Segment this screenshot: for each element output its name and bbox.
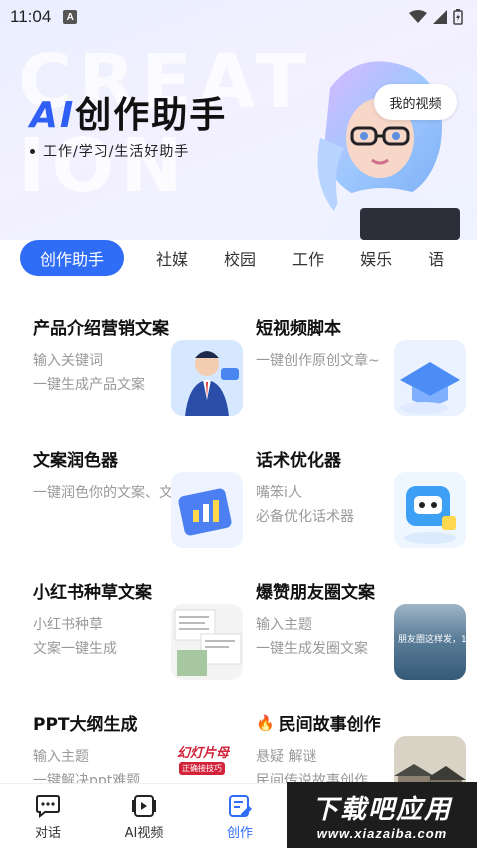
card-moments-copy[interactable]: 爆赞朋友圈文案 输入主题 一键生成发圈文案 朋友圈这样发，100 [256,564,466,682]
nav-chat[interactable]: 对话 [0,784,96,848]
card-desc-1: 输入主题 [256,617,312,633]
robot-icon [394,472,466,548]
page-subtitle: 工作/学习/生活好助手 [30,141,189,161]
card-desc-1: 一键润色你的文案、文章 [33,485,187,501]
tab-language[interactable]: 语 [428,246,444,270]
graduation-cap-icon [394,340,466,416]
notes-collage [171,604,243,680]
poster-title: 幻灯片母 [177,746,230,761]
chart-doc-icon [171,472,243,548]
card-title: 🔥 民间故事创作 [256,713,381,736]
tab-create-assistant[interactable]: 创作助手 [20,240,125,276]
signal-icon [433,10,447,24]
businessman-icon [171,340,243,416]
card-desc-2: 文案一键生成 [33,641,117,657]
card-product-copy[interactable]: 产品介绍营销文案 输入关键词 一键生成产品文案 [33,300,243,418]
tab-campus[interactable]: 校园 [224,246,256,270]
card-xiaohongshu-copy[interactable]: 小红书种草文案 小红书种草 文案一键生成 [33,564,243,682]
create-icon [229,795,252,817]
bullet-dot [30,148,35,154]
battery-icon [453,9,463,25]
nav-create[interactable]: 创作 [192,784,288,848]
card-desc-2: 一键生成产品文案 [33,377,145,393]
card-title: 小红书种草文案 [33,583,152,603]
card-desc-1: 悬疑 解谜 [256,749,317,765]
nav-label: 对话 [34,826,61,841]
nav-label: 创作 [226,826,253,841]
sea-photo: 朋友圈这样发，100 [394,604,466,680]
card-desc-1: 输入主题 [33,749,89,765]
status-time: 11:04 [10,7,52,26]
video-icon [132,795,156,817]
wifi-icon [409,10,427,23]
tab-entertainment[interactable]: 娱乐 [360,246,392,270]
card-speech-optimizer[interactable]: 话术优化器 嘴笨i人 必备优化话术器 [256,432,466,550]
card-desc-1: 小红书种草 [33,617,103,633]
card-title: 文案润色器 [33,451,118,471]
thumb-caption: 朋友圈这样发，100 [398,635,466,645]
card-desc-2: 一键生成发圈文案 [256,641,368,657]
status-bar: 11:04 A [0,0,477,34]
my-video-button[interactable]: 我的视频 [374,84,457,120]
card-short-video-script[interactable]: 短视频脚本 一键创作原创文章~ [256,300,466,418]
card-title: PPT大纲生成 [33,715,138,735]
chat-icon [36,795,60,818]
fire-icon: 🔥 [256,713,275,732]
card-title: 短视频脚本 [256,319,341,339]
card-copy-polisher[interactable]: 文案润色器 一键润色你的文案、文章 [33,432,243,550]
category-tabs: 创作助手 社媒 校园 工作 娱乐 语 [0,237,477,279]
card-desc-1: 输入关键词 [33,353,103,369]
card-desc-2: 必备优化话术器 [256,509,354,525]
card-title: 爆赞朋友圈文案 [256,583,375,603]
card-title: 产品介绍营销文案 [33,319,169,339]
nav-ai-video[interactable]: AI视频 [96,784,192,848]
avatar-illustration [317,61,460,240]
tab-social[interactable]: 社媒 [156,246,188,270]
card-desc-1: 一键创作原创文章~ [256,353,380,369]
card-title: 话术优化器 [256,451,341,471]
card-desc-1: 嘴笨i人 [256,485,302,501]
page-title: AI创作助手 [30,95,228,136]
watermark-logo: 下载吧应用 www.xiazaiba.com [287,782,477,848]
poster-subtitle: 正确接技巧 [179,762,225,775]
nav-label: AI视频 [124,826,164,841]
tab-work[interactable]: 工作 [292,246,324,270]
notification-icon: A [63,10,78,24]
